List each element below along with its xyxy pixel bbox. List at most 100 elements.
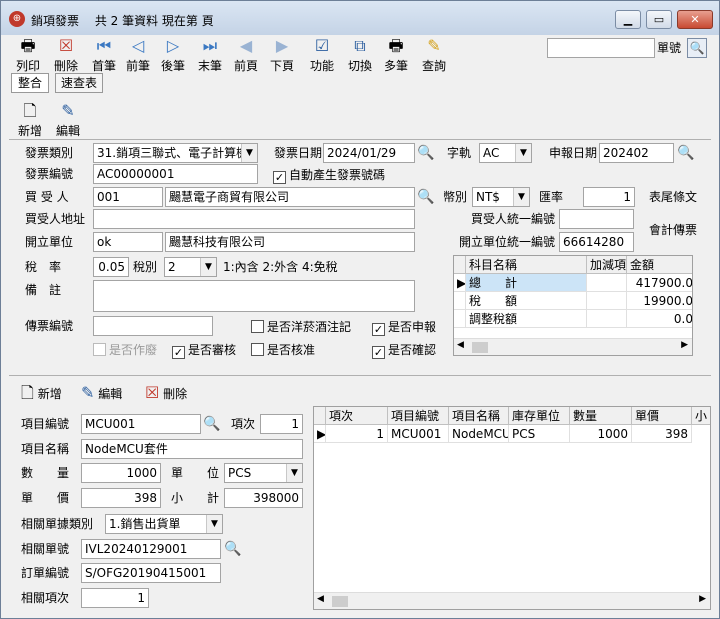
approved-checkbox[interactable]: 是否核准 <box>251 342 315 358</box>
currency-select[interactable]: NT$ ▼ <box>472 187 530 207</box>
item-name-input[interactable]: NodeMCU套件 <box>81 439 303 459</box>
buyer-addr-label: 買受人地址 <box>25 212 86 226</box>
seq-label: 項次 <box>231 417 256 431</box>
ref-lookup-icon[interactable]: 🔍 <box>224 540 242 558</box>
report-date-lookup-icon[interactable]: 🔍 <box>677 144 695 162</box>
buyer-code-input[interactable]: 001 <box>93 187 163 207</box>
switch-button[interactable]: ⧉ 切換 <box>343 36 377 74</box>
prev-record-button[interactable]: ◁ 前筆 <box>121 36 155 74</box>
subtotal-input[interactable]: 398000 <box>224 488 303 508</box>
next-record-button[interactable]: ▷ 後筆 <box>156 36 190 74</box>
detail-grid[interactable]: 項次 項目編號 項目名稱 庫存單位 數量 單價 小 ▶ 1 MCU001 Nod… <box>313 406 711 610</box>
buyer-name-input[interactable]: 颺慧電子商貿有限公司 <box>165 187 415 207</box>
ref-type-select[interactable]: 1.銷售出貨單 ▼ <box>105 514 223 534</box>
invoice-type-select[interactable]: 31.銷項三聯式、電子計算機 ▼ <box>93 143 258 163</box>
close-button[interactable]: ✕ <box>677 10 713 29</box>
tobacco-checkbox[interactable]: 是否洋菸酒注記 <box>251 319 351 335</box>
ref-type-label: 相關單據類別 <box>21 517 94 531</box>
voucher-input[interactable] <box>93 316 213 336</box>
switch-icon: ⧉ <box>354 36 366 55</box>
qty-input[interactable]: 1000 <box>81 463 161 483</box>
header-add-button[interactable]: 🗋 新增 <box>15 101 45 139</box>
ref-seq-input[interactable]: 1 <box>81 588 149 608</box>
detail-edit-button[interactable]: ✎ 編輯 <box>81 382 122 404</box>
first-record-button[interactable]: ⏮ 首筆 <box>87 36 121 74</box>
table-row[interactable]: 1 <box>326 425 388 443</box>
scroll-left-icon[interactable]: ◀ <box>317 594 324 604</box>
summary-grid[interactable]: 科目名稱 加減項 金額 ▶ 總 計 417900.0 稅 額 19900.0 調… <box>453 255 693 356</box>
issuer-code-input[interactable]: ok <box>93 232 163 252</box>
minimize-button[interactable]: ▁ <box>615 10 641 29</box>
multi-button[interactable]: 🖶 多筆 <box>379 36 413 74</box>
next-icon: ▷ <box>166 36 180 55</box>
next-page-button[interactable]: ▶ 下頁 <box>265 36 299 74</box>
chevron-down-icon: ▼ <box>513 188 529 206</box>
print-button[interactable]: 🖶 列印 <box>11 36 45 74</box>
maximize-button[interactable]: ▭ <box>646 10 672 29</box>
buyer-taxid-label: 買受人統一編號 <box>471 212 556 226</box>
item-name-label: 項目名稱 <box>21 442 70 456</box>
invoice-type-label: 發票類別 <box>25 146 74 160</box>
horizontal-scrollbar[interactable]: ◀ ▶ <box>454 338 692 355</box>
date-lookup-icon[interactable]: 🔍 <box>417 144 435 162</box>
table-row[interactable]: 調整稅額 <box>466 310 587 328</box>
rate-label: 匯率 <box>539 190 564 204</box>
divider <box>9 139 711 140</box>
scroll-right-icon[interactable]: ▶ <box>681 340 688 350</box>
ref-no-label: 相關單號 <box>21 542 70 556</box>
tax-rate-input[interactable]: 0.05 <box>93 257 129 277</box>
buyer-lookup-icon[interactable]: 🔍 <box>417 188 435 206</box>
item-code-input[interactable]: MCU001 <box>81 414 201 434</box>
auto-no-checkbox[interactable]: ✓ 自動產生發票號碼 <box>273 167 385 184</box>
buyer-addr-input[interactable] <box>93 209 415 229</box>
remark-textarea[interactable] <box>93 280 415 312</box>
unit-select[interactable]: PCS ▼ <box>224 463 303 483</box>
scroll-right-icon[interactable]: ▶ <box>699 594 706 604</box>
delete-button[interactable]: ☒ 刪除 <box>49 36 83 74</box>
window-title: 銷項發票 共 2 筆資料 現在第 頁 <box>31 14 214 28</box>
table-row[interactable]: 總 計 <box>466 274 587 292</box>
item-lookup-icon[interactable]: 🔍 <box>203 415 221 433</box>
report-date-input[interactable]: 202402 <box>599 143 674 163</box>
issuer-taxid-input[interactable]: 66614280 <box>559 232 634 252</box>
row-pointer-icon: ▶ <box>314 425 326 443</box>
invoice-date-input[interactable]: 2024/01/29 <box>323 143 415 163</box>
word-select[interactable]: AC ▼ <box>479 143 532 163</box>
horizontal-scrollbar[interactable]: ◀ ▶ <box>314 592 710 609</box>
tax-type-select[interactable]: 2 ▼ <box>164 257 217 277</box>
issuer-name-input[interactable]: 颺慧科技有限公司 <box>165 232 415 252</box>
seq-input[interactable]: 1 <box>260 414 303 434</box>
declared-checkbox[interactable]: ✓ 是否申報 <box>372 319 436 336</box>
tab-integrate[interactable]: 整合 <box>11 73 49 93</box>
search-doc-button[interactable]: 🔍 <box>687 38 707 58</box>
accounting-voucher-button[interactable]: 會計傳票 <box>649 220 697 240</box>
doc-no-input[interactable] <box>547 38 655 58</box>
main-window: ⊕ 銷項發票 共 2 筆資料 現在第 頁 ▁ ▭ ✕ 🖶 列印 ☒ 刪除 ⏮ 首筆 ◁… <box>0 0 720 619</box>
price-input[interactable]: 398 <box>81 488 161 508</box>
function-button[interactable]: ☑ 功能 <box>305 36 339 74</box>
detail-delete-button[interactable]: ☒ 刪除 <box>145 382 187 404</box>
header-edit-button[interactable]: ✎ 編輯 <box>53 101 83 139</box>
tab-quick[interactable]: 速查表 <box>55 73 103 93</box>
confirmed-checkbox[interactable]: ✓ 是否確認 <box>372 342 436 359</box>
last-record-button[interactable]: ⏭ 末筆 <box>193 36 227 74</box>
query-button[interactable]: ✎ 查詢 <box>417 36 451 74</box>
tail-text-button[interactable]: 表尾條文 <box>649 187 697 207</box>
delete-icon: ☒ <box>145 383 160 402</box>
check-icon: ✓ <box>372 346 385 359</box>
reviewed-checkbox[interactable]: ✓ 是否審核 <box>172 342 236 359</box>
scroll-left-icon[interactable]: ◀ <box>457 340 464 350</box>
scroll-thumb[interactable] <box>472 342 488 353</box>
prev-page-button[interactable]: ◀ 前頁 <box>229 36 263 74</box>
buyer-taxid-input[interactable] <box>559 209 634 229</box>
detail-add-button[interactable]: 🗋 新增 <box>21 382 62 404</box>
scroll-thumb[interactable] <box>332 596 348 607</box>
rate-input[interactable]: 1 <box>583 187 635 207</box>
table-row[interactable]: 稅 額 <box>466 292 587 310</box>
ref-no-input[interactable]: IVL20240129001 <box>81 539 221 559</box>
order-no-input[interactable]: S/OFG20190415001 <box>81 563 221 583</box>
invoice-no-input[interactable]: AC00000001 <box>93 164 258 184</box>
word-label: 字軌 <box>447 146 472 160</box>
col-header: 項目編號 <box>388 407 449 425</box>
col-header: 金額 <box>627 256 692 274</box>
